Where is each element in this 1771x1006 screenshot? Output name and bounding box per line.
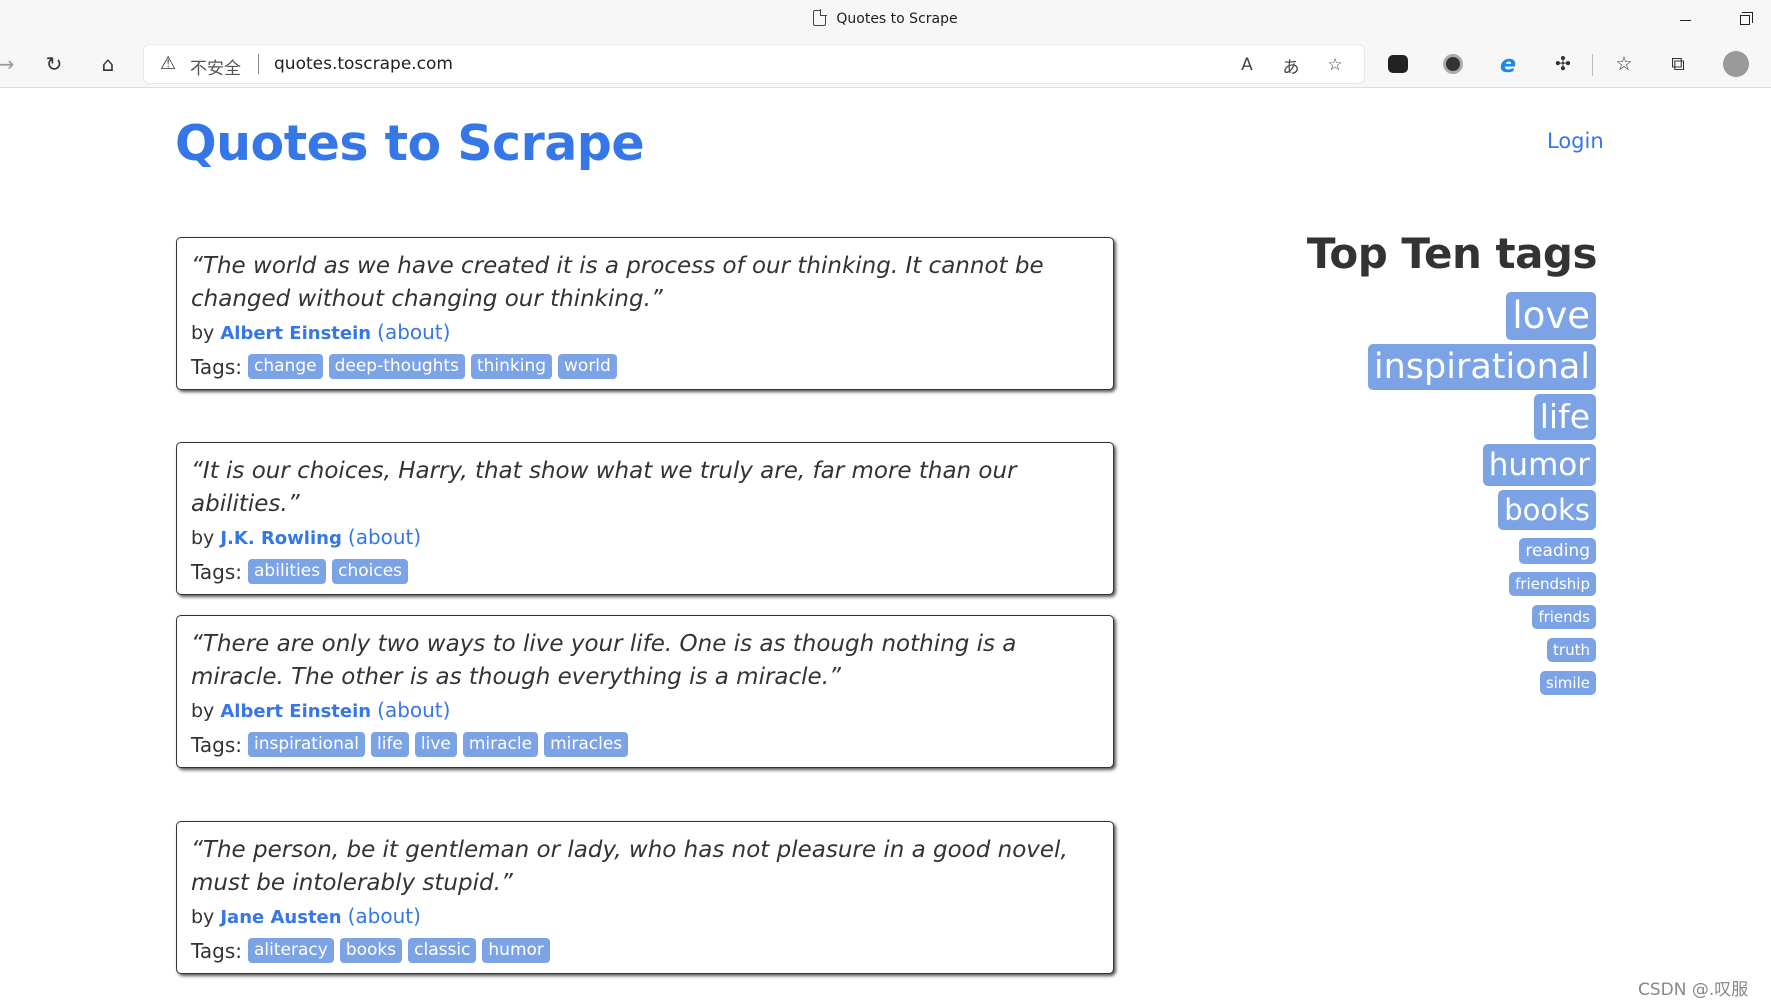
- quote-text: “It is our choices, Harry, that show wha…: [191, 458, 1017, 517]
- author-name: Albert Einstein: [220, 323, 372, 344]
- byline: by Albert Einstein (about): [191, 320, 1099, 344]
- byline: by Albert Einstein (about): [191, 698, 1099, 722]
- tags-label: Tags:: [191, 732, 243, 757]
- by-label: by: [191, 322, 215, 344]
- tag-link[interactable]: choices: [332, 559, 409, 584]
- about-link[interactable]: (about): [377, 320, 450, 344]
- tag-link[interactable]: books: [339, 938, 403, 963]
- tag-link[interactable]: aliteracy: [248, 938, 334, 963]
- top-tag-simile[interactable]: simile: [1539, 671, 1596, 695]
- author-name: Albert Einstein: [220, 701, 372, 722]
- profile-avatar-icon[interactable]: [1722, 50, 1750, 78]
- tags-label: Tags:: [191, 938, 243, 963]
- quote-tags: Tags: change deep-thoughts thinking worl…: [191, 354, 1099, 379]
- top-tag-love[interactable]: love: [1506, 292, 1596, 340]
- tag-link[interactable]: miracle: [462, 732, 539, 757]
- top-tag-friendship[interactable]: friendship: [1509, 572, 1596, 596]
- restore-button[interactable]: [1722, 6, 1768, 34]
- tag-link[interactable]: life: [371, 732, 409, 757]
- top-tag-friends[interactable]: friends: [1532, 605, 1596, 629]
- url-text[interactable]: quotes.toscrape.com: [274, 54, 453, 74]
- toolbar-separator: [1592, 54, 1593, 76]
- watermark: CSDN @.叹服: [1638, 980, 1749, 1000]
- tag-link[interactable]: world: [558, 354, 617, 379]
- top-tags-box: Top Ten tags love inspirational life hum…: [1300, 229, 1600, 704]
- minimize-icon: [1679, 19, 1691, 21]
- about-link[interactable]: (about): [377, 698, 450, 722]
- by-label: by: [191, 527, 215, 549]
- top-tag-humor[interactable]: humor: [1482, 444, 1596, 486]
- tag-link[interactable]: inspirational: [248, 732, 365, 757]
- tags-label: Tags:: [191, 559, 243, 584]
- about-link[interactable]: (about): [348, 525, 421, 549]
- tag-link[interactable]: abilities: [248, 559, 327, 584]
- extension-icon[interactable]: [1384, 50, 1412, 78]
- tag-link[interactable]: humor: [482, 938, 550, 963]
- top-tag-reading[interactable]: reading: [1519, 538, 1596, 564]
- window-title-text: Quotes to Scrape: [836, 11, 958, 27]
- read-aloud-icon[interactable]: A: [1234, 52, 1260, 78]
- extension-2-icon[interactable]: [1439, 50, 1467, 78]
- extensions-puzzle-icon[interactable]: ✣: [1549, 50, 1577, 78]
- quote-card: “The world as we have created it is a pr…: [176, 237, 1114, 390]
- restore-icon: [1740, 12, 1753, 25]
- warning-icon[interactable]: ⚠: [160, 54, 180, 74]
- top-tag-truth[interactable]: truth: [1547, 638, 1596, 662]
- tag-link[interactable]: change: [248, 354, 323, 379]
- minimize-button[interactable]: [1662, 6, 1708, 34]
- tag-link[interactable]: classic: [408, 938, 477, 963]
- document-icon: [813, 9, 828, 26]
- byline: by Jane Austen (about): [191, 904, 1099, 928]
- author-name: J.K. Rowling: [220, 528, 342, 549]
- login-link[interactable]: Login: [1547, 129, 1604, 153]
- tag-link[interactable]: miracles: [544, 732, 629, 757]
- top-tag-life[interactable]: life: [1533, 394, 1596, 440]
- tag-link[interactable]: live: [414, 732, 457, 757]
- quote-tags: Tags: abilities choices: [191, 559, 1099, 584]
- byline: by J.K. Rowling (about): [191, 525, 1099, 549]
- top-tags-heading: Top Ten tags: [1306, 229, 1598, 278]
- reload-icon[interactable]: ↻: [40, 50, 68, 78]
- insecure-label[interactable]: 不安全: [190, 54, 241, 79]
- tag-link[interactable]: thinking: [470, 354, 553, 379]
- quote-card: “There are only two ways to live your li…: [176, 615, 1114, 768]
- by-label: by: [191, 906, 215, 928]
- about-link[interactable]: (about): [348, 904, 421, 928]
- top-tag-books[interactable]: books: [1498, 490, 1596, 530]
- window-title: Quotes to Scrape: [0, 9, 1771, 27]
- add-favorite-icon[interactable]: ☆: [1322, 52, 1348, 78]
- browser-toolbar: → ↻ ⌂ ⚠ 不安全 quotes.toscrape.com A あ ☆ e …: [0, 40, 1771, 88]
- tags-label: Tags:: [191, 354, 243, 379]
- quote-text: “The person, be it gentleman or lady, wh…: [191, 837, 1068, 896]
- quote-text: “The world as we have created it is a pr…: [191, 253, 1044, 312]
- page-content: Quotes to Scrape Login “The world as we …: [0, 89, 1771, 1006]
- favorites-icon[interactable]: ☆: [1610, 50, 1638, 78]
- back-arrow-icon[interactable]: →: [0, 50, 20, 78]
- ie-mode-icon[interactable]: e: [1494, 50, 1522, 78]
- quote-card: “The person, be it gentleman or lady, wh…: [176, 821, 1114, 974]
- top-tag-inspirational[interactable]: inspirational: [1367, 344, 1596, 390]
- by-label: by: [191, 700, 215, 722]
- site-title[interactable]: Quotes to Scrape: [175, 115, 645, 172]
- address-bar[interactable]: ⚠ 不安全 quotes.toscrape.com A あ ☆: [144, 45, 1364, 83]
- quote-tags: Tags: inspirational life live miracle mi…: [191, 732, 1099, 757]
- home-icon[interactable]: ⌂: [94, 50, 122, 78]
- translate-icon[interactable]: あ: [1278, 52, 1304, 78]
- quote-card: “It is our choices, Harry, that show wha…: [176, 442, 1114, 595]
- author-name: Jane Austen: [220, 907, 342, 928]
- quote-text: “There are only two ways to live your li…: [191, 631, 1017, 690]
- collections-icon[interactable]: ⧉: [1664, 50, 1692, 78]
- address-separator: [258, 54, 259, 74]
- title-bar: Quotes to Scrape: [0, 0, 1771, 40]
- tag-link[interactable]: deep-thoughts: [328, 354, 465, 379]
- quote-tags: Tags: aliteracy books classic humor: [191, 938, 1099, 963]
